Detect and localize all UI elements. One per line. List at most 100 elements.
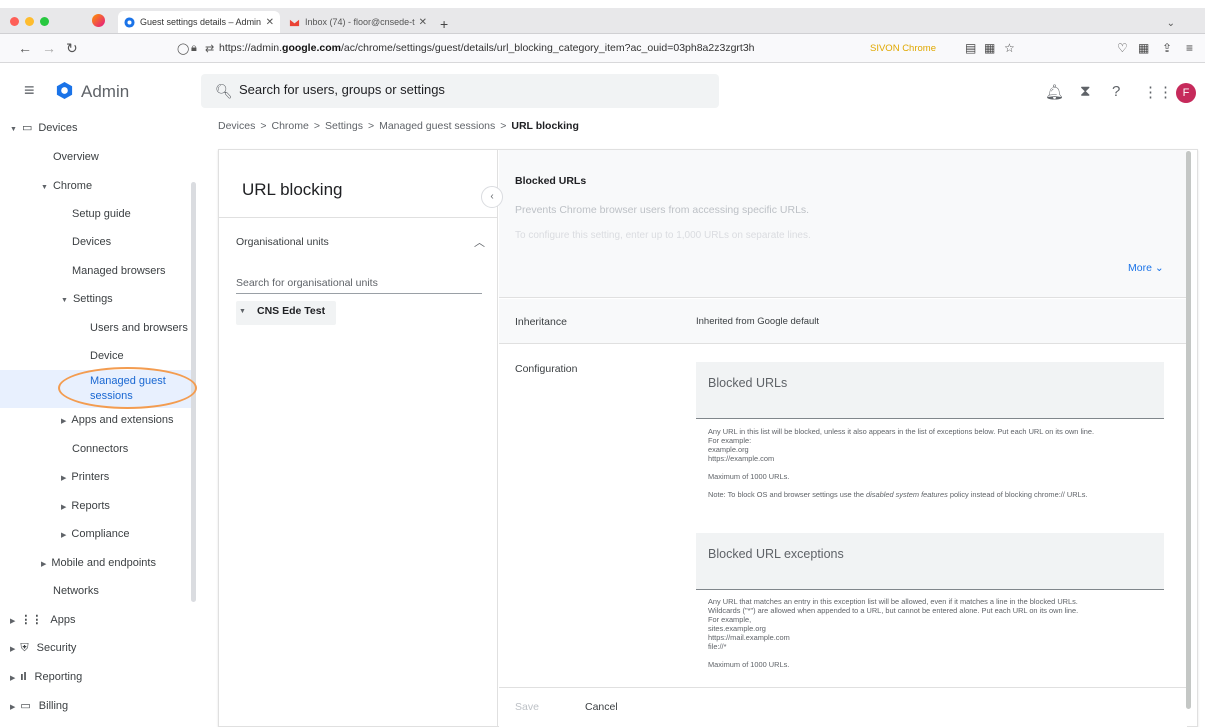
ou-search-input[interactable] <box>236 273 482 294</box>
sidebar: ▼ ▭ Devices Overview ▼ Chrome Setup guide D… <box>0 116 199 727</box>
avatar[interactable]: F <box>1176 83 1196 103</box>
sidebar-item-users-and-browsers[interactable]: Users and browsers <box>90 322 188 334</box>
menu-icon[interactable]: ≡ <box>1186 41 1193 55</box>
note-suffix: policy instead of blocking chrome:// URL… <box>947 490 1088 499</box>
ou-header[interactable]: Organisational units ︿ <box>219 217 497 266</box>
sidebar-label: Printers <box>71 471 110 483</box>
sidebar-item-chrome[interactable]: ▼ Chrome <box>41 180 92 192</box>
collapse-panel-chevron-left-icon[interactable]: ‹ <box>481 186 503 208</box>
sidebar-item-devices[interactable]: ▼ ▭ Devices <box>10 121 77 134</box>
sidebar-item-connectors[interactable]: Connectors <box>72 443 128 455</box>
setting-detail-panel: Blocked URLs Prevents Chrome browser use… <box>499 150 1187 727</box>
ou-tree-item[interactable]: ▼ CNS Ede Test <box>236 301 336 325</box>
firefox-icon <box>92 14 105 27</box>
tasks-hourglass-icon[interactable]: ⧗ <box>1080 83 1091 100</box>
sidebar-item-mobile-and-endpoints[interactable]: ▶ Mobile and endpoints <box>41 557 156 569</box>
devices-icon: ▭ <box>21 122 33 134</box>
note-line: Note: To block OS and browser settings u… <box>708 490 1178 499</box>
maximize-window-dot[interactable] <box>40 17 49 26</box>
sidebar-item-compliance[interactable]: ▶ Compliance <box>61 528 129 540</box>
disabled-system-features-link[interactable]: disabled system features <box>866 490 948 499</box>
sidebar-item-chrome-devices[interactable]: Devices <box>72 236 111 248</box>
sidebar-item-billing[interactable]: ▶ ▭ Billing <box>10 699 68 712</box>
sidebar-item-reports[interactable]: ▶ Reports <box>61 500 110 512</box>
chevron-down-icon: ⌄ <box>1154 262 1164 274</box>
extensions-icon[interactable]: ▦ <box>1138 41 1149 55</box>
new-tab-button[interactable]: + <box>440 16 448 32</box>
search-icon: 🔍︎ <box>215 83 233 99</box>
breadcrumb-chrome[interactable]: Chrome <box>272 120 309 132</box>
sidebar-item-settings[interactable]: ▼ Settings <box>61 293 113 305</box>
minimize-window-dot[interactable] <box>25 17 34 26</box>
bookmark-star-icon[interactable]: ☆ <box>1004 41 1015 55</box>
sidebar-label: Apps and extensions <box>71 414 174 426</box>
breadcrumb-managed-guest-sessions[interactable]: Managed guest sessions <box>379 120 495 132</box>
breadcrumb-settings[interactable]: Settings <box>325 120 363 132</box>
lock-icon[interactable]: 🔒︎ <box>191 42 197 55</box>
close-tab-icon[interactable]: ✕ <box>419 17 427 28</box>
reload-icon[interactable]: ↻ <box>66 40 78 57</box>
sidebar-item-apps[interactable]: ▶ ⋮⋮ Apps <box>10 613 75 626</box>
url-domain: google.com <box>282 42 341 54</box>
main-scrollbar[interactable] <box>1186 151 1191 709</box>
cancel-button[interactable]: Cancel <box>585 701 618 713</box>
gmail-favicon-icon <box>289 19 300 26</box>
chevron-up-icon[interactable]: ︿ <box>474 234 485 250</box>
save-button[interactable]: Save <box>515 701 539 713</box>
share-icon[interactable]: ⇪ <box>1162 41 1172 55</box>
more-button[interactable]: More ⌄ <box>1128 262 1164 274</box>
sidebar-item-setup-guide[interactable]: Setup guide <box>72 208 131 220</box>
sidebar-label: Mobile and endpoints <box>51 557 156 569</box>
url-field[interactable]: https://admin.google.com/ac/chrome/setti… <box>219 42 755 54</box>
help-icon[interactable]: ? <box>1112 83 1120 100</box>
blocked-urls-textarea[interactable]: Blocked URLs <box>696 362 1164 419</box>
global-search[interactable]: 🔍︎ <box>201 74 719 108</box>
sidebar-item-networks[interactable]: Networks <box>53 585 99 597</box>
ou-panel: URL blocking Organisational units ︿ ▼ CN… <box>219 150 498 727</box>
close-window-dot[interactable] <box>10 17 19 26</box>
help-line: file://* <box>708 642 727 651</box>
qr-icon[interactable]: ▦ <box>984 41 995 55</box>
sidebar-label: Reports <box>71 500 110 512</box>
breadcrumb: Devices > Chrome > Settings > Managed guest se… <box>218 120 579 132</box>
exceptions-help: Any URL that matches an entry in this ex… <box>708 597 1178 669</box>
caret-down-icon[interactable]: ▼ <box>239 308 246 315</box>
configuration-label: Configuration <box>515 363 578 375</box>
forward-arrow-icon[interactable]: → <box>42 40 56 56</box>
sidebar-item-apps-and-extensions[interactable]: ▶ Apps and extensions <box>61 414 174 426</box>
caret-right-icon: ▶ <box>10 618 16 625</box>
admin-logo-icon[interactable] <box>55 81 74 100</box>
caret-right-icon: ▶ <box>61 504 67 511</box>
tab-admin[interactable]: Guest settings details – Admin ✕ <box>118 11 280 33</box>
sidebar-item-overview[interactable]: Overview <box>53 151 99 163</box>
search-input[interactable] <box>239 82 709 97</box>
help-line: sites.example.org <box>708 624 766 633</box>
page-title: URL blocking <box>242 180 343 199</box>
close-tab-icon[interactable]: ✕ <box>266 17 274 28</box>
sidebar-item-security[interactable]: ▶ ⛨ Security <box>10 642 76 655</box>
sidebar-item-managed-browsers[interactable]: Managed browsers <box>72 265 166 277</box>
tab-inbox[interactable]: Inbox (74) - floor@cnsede-test ✕ <box>283 11 433 33</box>
apps-grid-icon[interactable]: ⋮⋮ <box>1143 83 1173 101</box>
notifications-bell-icon[interactable]: 🔔︎ <box>1045 83 1064 101</box>
shield-icon[interactable]: ◯ <box>177 42 189 55</box>
caret-down-icon: ▼ <box>41 184 48 191</box>
sidebar-item-device[interactable]: Device <box>90 350 124 362</box>
permissions-icon[interactable]: ⇄ <box>205 42 214 55</box>
app-title[interactable]: Admin <box>81 82 129 102</box>
tab-list-chevron-icon[interactable]: ⌄ <box>1167 18 1175 29</box>
back-arrow-icon[interactable]: ← <box>18 40 32 56</box>
credit-card-icon: ▭ <box>20 700 31 712</box>
profile-badge[interactable]: SIVON Chrome <box>870 43 936 54</box>
annotation-circle <box>58 367 197 409</box>
main-menu-icon[interactable]: ≡ <box>24 80 35 101</box>
pocket-icon[interactable]: ♡ <box>1117 41 1128 55</box>
reader-view-icon[interactable]: ▤ <box>965 41 976 55</box>
ou-item-label: CNS Ede Test <box>257 305 326 317</box>
caret-right-icon: ▶ <box>10 704 16 711</box>
sidebar-item-printers[interactable]: ▶ Printers <box>61 471 109 483</box>
breadcrumb-devices[interactable]: Devices <box>218 120 255 132</box>
sidebar-item-reporting[interactable]: ▶ ıl Reporting <box>10 671 82 683</box>
blocked-url-exceptions-textarea[interactable]: Blocked URL exceptions <box>696 533 1164 590</box>
inheritance-label: Inheritance <box>515 316 567 328</box>
